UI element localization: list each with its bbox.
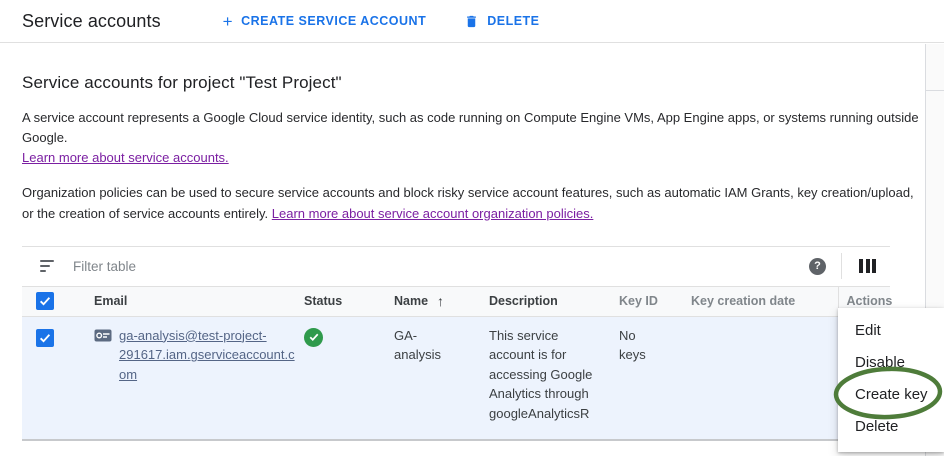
- sort-ascending-icon: ↑: [437, 293, 444, 309]
- intro-text-1: A service account represents a Google Cl…: [22, 110, 919, 145]
- table-header-row: Email Status Name ↑ Description Key ID K…: [22, 286, 890, 316]
- menu-item-disable[interactable]: Disable: [838, 347, 944, 379]
- service-accounts-table-card: ? Email Status: [22, 246, 890, 442]
- menu-item-edit[interactable]: Edit: [838, 315, 944, 347]
- learn-more-org-policies-link[interactable]: Learn more about service account organiz…: [272, 206, 594, 221]
- help-icon[interactable]: ?: [809, 258, 826, 275]
- status-active-icon: [304, 328, 323, 347]
- column-header-name[interactable]: Name ↑: [394, 286, 489, 316]
- delete-button[interactable]: DELETE: [464, 14, 539, 29]
- app-bar: Service accounts + CREATE SERVICE ACCOUN…: [0, 0, 944, 43]
- intro-paragraph-1: A service account represents a Google Cl…: [22, 108, 925, 168]
- column-header-description[interactable]: Description: [489, 286, 619, 316]
- column-header-key-id[interactable]: Key ID: [619, 286, 691, 316]
- row-actions-menu: Edit Disable Create key Delete: [838, 308, 944, 452]
- column-header-email[interactable]: Email: [94, 286, 304, 316]
- delete-label: DELETE: [487, 14, 539, 28]
- main-content: Service accounts for project "Test Proje…: [0, 73, 925, 441]
- column-display-icon[interactable]: [857, 257, 878, 275]
- trash-icon: [464, 14, 479, 29]
- side-panel-divider: [926, 90, 944, 91]
- key-creation-date-cell: [691, 316, 838, 440]
- learn-more-service-accounts-link[interactable]: Learn more about service accounts.: [22, 148, 229, 168]
- column-header-key-creation-date[interactable]: Key creation date: [691, 286, 838, 316]
- service-account-key-icon: [94, 329, 112, 385]
- service-account-email-link[interactable]: ga-analysis@test-project-291617.iam.gser…: [119, 326, 299, 385]
- intro-paragraph-2: Organization policies can be used to sec…: [22, 183, 925, 223]
- section-heading: Service accounts for project "Test Proje…: [22, 73, 925, 93]
- key-id-cell: No keys: [619, 316, 691, 440]
- service-accounts-table: Email Status Name ↑ Description Key ID K…: [22, 286, 890, 442]
- menu-item-delete[interactable]: Delete: [838, 411, 944, 443]
- column-header-status[interactable]: Status: [304, 286, 394, 316]
- create-service-account-label: CREATE SERVICE ACCOUNT: [241, 14, 426, 28]
- select-all-checkbox[interactable]: [36, 292, 54, 310]
- create-service-account-button[interactable]: + CREATE SERVICE ACCOUNT: [223, 13, 427, 30]
- header-checkbox-cell: [22, 286, 94, 316]
- email-cell: ga-analysis@test-project-291617.iam.gser…: [94, 316, 304, 440]
- row-checkbox[interactable]: [36, 329, 54, 347]
- filter-input[interactable]: [73, 259, 809, 274]
- status-cell: [304, 316, 394, 440]
- filter-bar: ?: [22, 246, 890, 286]
- filterbar-divider: [841, 253, 842, 279]
- page-title: Service accounts: [22, 11, 161, 32]
- filter-icon[interactable]: [38, 258, 56, 274]
- name-cell: GA-analysis: [394, 316, 489, 440]
- table-row: ga-analysis@test-project-291617.iam.gser…: [22, 316, 890, 440]
- menu-item-create-key[interactable]: Create key: [838, 379, 944, 411]
- plus-icon: +: [223, 13, 233, 30]
- row-checkbox-cell: [22, 316, 94, 440]
- description-cell: This service account is for accessing Go…: [489, 316, 619, 440]
